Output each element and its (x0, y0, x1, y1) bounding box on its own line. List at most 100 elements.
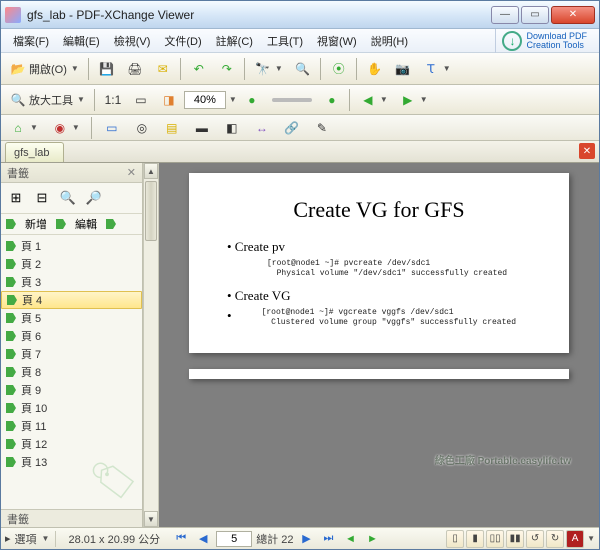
menu-file[interactable]: 檔案(F) (7, 31, 55, 51)
bm-zoom-out[interactable]: 🔎 (83, 187, 105, 209)
close-tab-button[interactable]: ✕ (579, 143, 595, 159)
collapse-icon[interactable]: ▸ (5, 532, 11, 545)
bookmark-item[interactable]: 頁 10 (1, 399, 142, 417)
redo-button[interactable]: ↷ (214, 57, 240, 81)
adobe-icon[interactable]: A (566, 530, 584, 548)
menu-comment[interactable]: 註解(C) (210, 31, 259, 51)
last-page-button[interactable]: ⏭ (319, 530, 337, 548)
home-button[interactable]: ⌂▼ (5, 116, 43, 140)
custom-button[interactable]: ◉▼ (47, 116, 85, 140)
callout-tool[interactable]: ◧ (219, 116, 245, 140)
stamp-tool[interactable]: ◎ (129, 116, 155, 140)
expand-all-button[interactable]: ⊞ (5, 187, 27, 209)
bookmark-item[interactable]: 頁 6 (1, 327, 142, 345)
bookmark-item[interactable]: 頁 3 (1, 273, 142, 291)
continuous-button[interactable]: ▮ (466, 530, 484, 548)
zoom-dropdown[interactable]: ▼ (229, 95, 237, 104)
rect-tool[interactable]: ▭ (99, 116, 125, 140)
menu-view[interactable]: 檢視(V) (108, 31, 157, 51)
note-icon: ▤ (164, 120, 180, 136)
minimize-button[interactable]: — (491, 6, 519, 24)
email-button[interactable]: ✉ (150, 57, 176, 81)
fit-page-button[interactable]: ▭ (128, 88, 154, 112)
bookmark-item[interactable]: 頁 9 (1, 381, 142, 399)
sidebar-scrollbar[interactable]: ▲ ▼ (143, 163, 159, 527)
bookmark-item[interactable]: 頁 8 (1, 363, 142, 381)
pdf-viewport[interactable]: Create VG for GFS • Create pv [root@node… (159, 163, 599, 527)
prev-page-button[interactable]: ◀ (194, 530, 212, 548)
search-button[interactable]: 🔍 (290, 57, 316, 81)
bookmark-item[interactable]: 頁 5 (1, 309, 142, 327)
next-view-button[interactable]: ► (363, 530, 381, 548)
magnifier-icon: 🔍 (10, 92, 26, 108)
rotate-cw-button[interactable]: ↻ (546, 530, 564, 548)
menu-window[interactable]: 視窗(W) (311, 31, 363, 51)
print-button[interactable]: 🖨 (122, 57, 148, 81)
zoom-tool-button[interactable]: 🔍放大工具▼ (5, 88, 90, 112)
nav-fwd-button[interactable]: ▶▼ (395, 88, 433, 112)
select-tool[interactable]: Ꚍ▼ (418, 57, 456, 81)
menu-help[interactable]: 說明(H) (365, 31, 414, 51)
nav-back-button[interactable]: ◀▼ (355, 88, 393, 112)
single-page-button[interactable]: ▯ (446, 530, 464, 548)
prev-view-button[interactable]: ◄ (341, 530, 359, 548)
ocr-button[interactable]: ⦿ (326, 57, 352, 81)
menu-document[interactable]: 文件(D) (158, 31, 207, 51)
download-creation-tools[interactable]: ↓ Download PDFCreation Tools (495, 29, 593, 53)
next-page-button[interactable]: ▶ (297, 530, 315, 548)
open-button[interactable]: 📂開啟(O)▼ (5, 57, 84, 81)
scroll-up-button[interactable]: ▲ (144, 163, 158, 179)
undo-button[interactable]: ↶ (186, 57, 212, 81)
collapse-all-button[interactable]: ⊟ (31, 187, 53, 209)
watermark-text: 綠色工廠 Portable.easylife.tw (435, 452, 571, 467)
bookmark-label: 頁 2 (21, 256, 41, 272)
bookmark-item[interactable]: 頁 4 (1, 291, 142, 309)
sidebar-footer: 書籤 (1, 509, 142, 527)
scroll-thumb[interactable] (145, 181, 157, 241)
first-page-button[interactable]: ⏮ (172, 530, 190, 548)
pencil-tool[interactable]: ✎ (309, 116, 335, 140)
bm-zoom-in[interactable]: 🔍 (57, 187, 79, 209)
fit-page-icon: ▭ (133, 92, 149, 108)
bookmark-item[interactable]: 頁 1 (1, 237, 142, 255)
find-button[interactable]: 🔭▼ (250, 57, 288, 81)
continuous-facing-button[interactable]: ▮▮ (506, 530, 524, 548)
fit-width-button[interactable]: ◨ (156, 88, 182, 112)
bookmark-item[interactable]: 頁 7 (1, 345, 142, 363)
zoom-input[interactable] (184, 91, 226, 109)
bookmark-flag-icon (5, 218, 17, 230)
distance-tool[interactable]: ↔ (249, 116, 275, 140)
facing-button[interactable]: ▯▯ (486, 530, 504, 548)
bookmark-flag-icon (5, 420, 17, 432)
menu-tools[interactable]: 工具(T) (261, 31, 309, 51)
pencil-icon: ✎ (314, 120, 330, 136)
rotate-ccw-button[interactable]: ↺ (526, 530, 544, 548)
link-tool[interactable]: 🔗 (279, 116, 305, 140)
zoom-out-button[interactable]: ● (239, 88, 265, 112)
zoom-in-button[interactable]: ● (319, 88, 345, 112)
maximize-button[interactable]: ▭ (521, 6, 549, 24)
search-icon: 🔍 (295, 61, 311, 77)
hand-tool[interactable]: ✋ (362, 57, 388, 81)
snapshot-tool[interactable]: 📷 (390, 57, 416, 81)
bookmark-item[interactable]: 頁 12 (1, 435, 142, 453)
new-bookmark-button[interactable]: 新增 (25, 216, 47, 232)
page-number-input[interactable] (216, 531, 252, 547)
note-tool[interactable]: ▤ (159, 116, 185, 140)
close-button[interactable]: ✕ (551, 6, 595, 24)
actual-size-button[interactable]: 1:1 (100, 88, 126, 112)
options-button[interactable]: 選項 (15, 531, 37, 547)
edit-bookmark-button[interactable]: 編輯 (75, 216, 97, 232)
bookmark-label: 頁 11 (21, 418, 46, 434)
zoom-slider[interactable] (267, 88, 317, 112)
scroll-down-button[interactable]: ▼ (144, 511, 158, 527)
bookmark-item[interactable]: 頁 11 (1, 417, 142, 435)
bookmark-item[interactable]: 頁 2 (1, 255, 142, 273)
document-tab[interactable]: gfs_lab (5, 142, 64, 162)
menu-edit[interactable]: 編輯(E) (57, 31, 106, 51)
highlight-tool[interactable]: ▬ (189, 116, 215, 140)
toolbar-zoom: 🔍放大工具▼ 1:1 ▭ ◨ ▼ ● ● ◀▼ ▶▼ (1, 85, 599, 115)
callout-icon: ◧ (224, 120, 240, 136)
close-panel-button[interactable]: ✕ (127, 166, 136, 179)
save-button[interactable]: 💾 (94, 57, 120, 81)
